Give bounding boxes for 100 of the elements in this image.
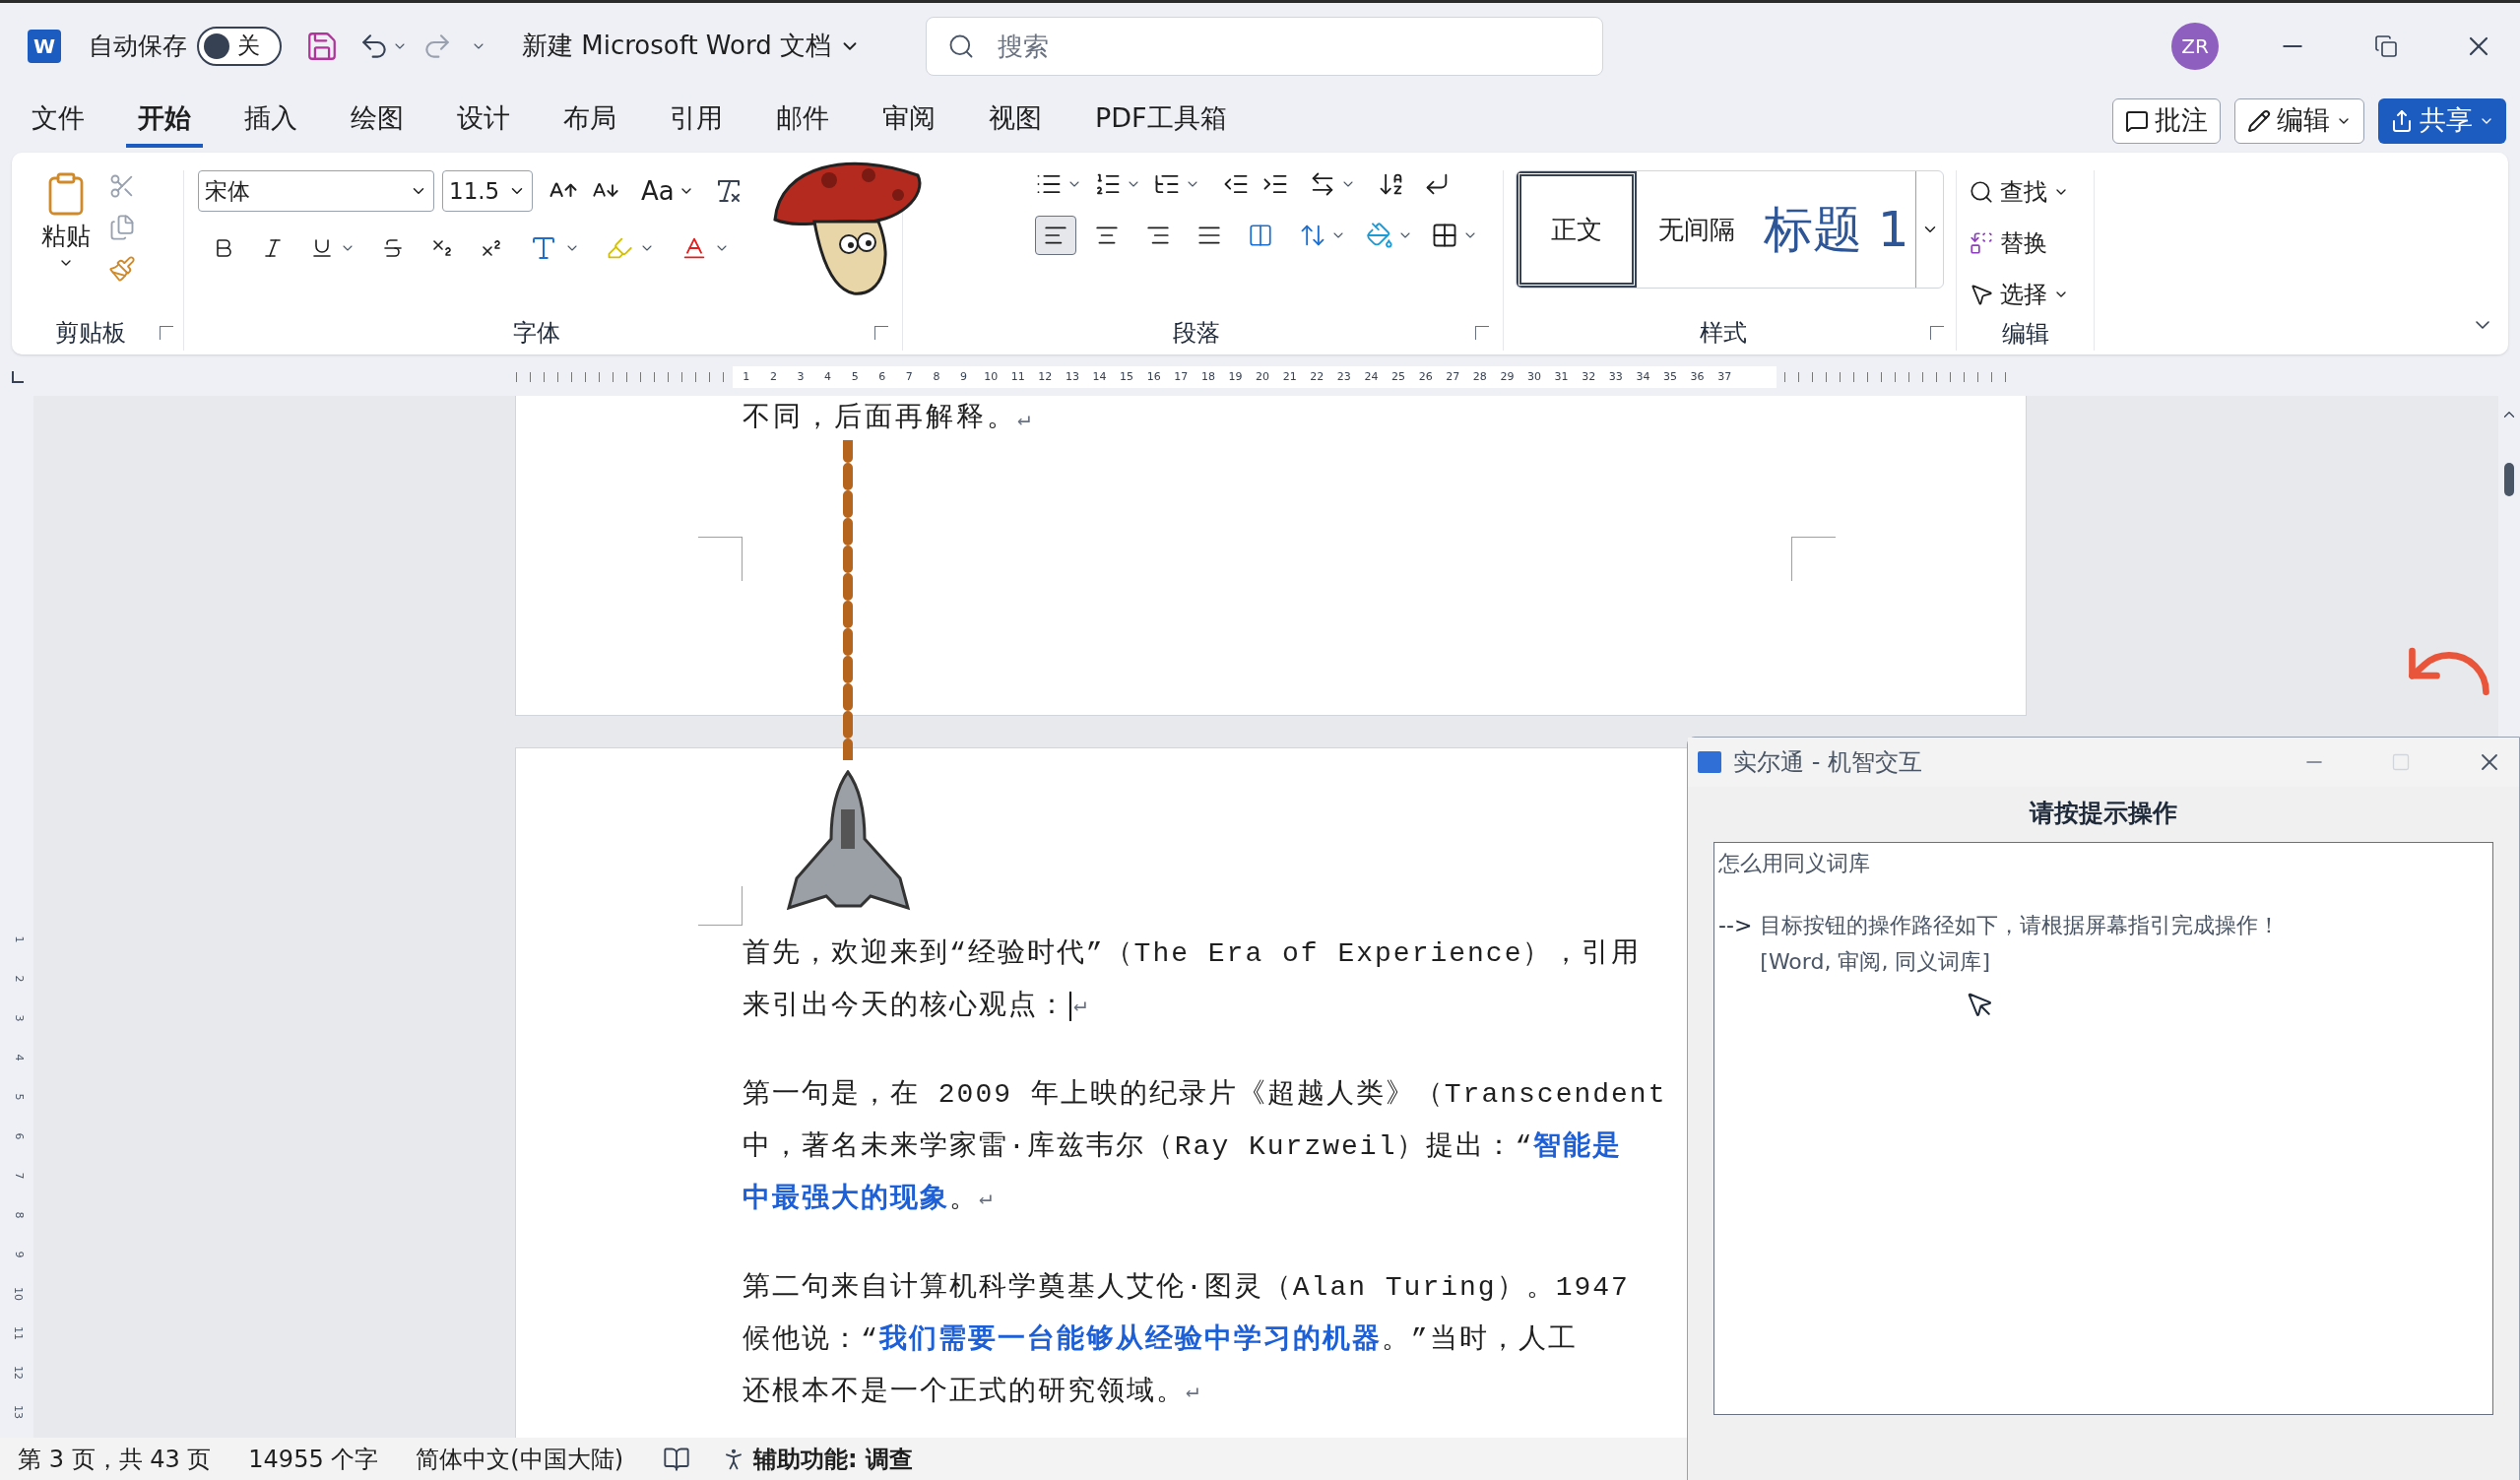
shading-icon[interactable] bbox=[1366, 222, 1393, 249]
body-text: 不同，后面再解释。↵ bbox=[743, 402, 1035, 435]
font-size-dropdown[interactable]: 11.5 bbox=[442, 170, 533, 212]
align-icon bbox=[1248, 223, 1273, 248]
ruler-number: 6 bbox=[11, 1132, 24, 1140]
ruler-number: 9 bbox=[959, 368, 969, 385]
menu-tab[interactable]: 邮件 bbox=[764, 94, 841, 148]
style-option[interactable]: 标题 1 bbox=[1757, 171, 1916, 288]
ruler-number: 24 bbox=[1363, 368, 1380, 385]
ruler-number: 25 bbox=[1390, 368, 1407, 385]
strikethrough-icon[interactable] bbox=[381, 236, 405, 260]
group-label: 编辑 bbox=[2001, 319, 2049, 350]
ruler-number: 1 bbox=[742, 368, 751, 385]
tab-selector-icon[interactable] bbox=[12, 371, 24, 383]
accessibility-status[interactable]: 辅助功能: 调查 bbox=[753, 1441, 913, 1477]
dialog-heading: 请按提示操作 bbox=[2030, 798, 2177, 829]
change-case-button[interactable]: Aa bbox=[641, 171, 694, 211]
margin-corner-mark bbox=[698, 886, 743, 926]
word-count[interactable]: 14955 个字 bbox=[248, 1441, 379, 1477]
margin-corner-mark bbox=[698, 537, 743, 581]
editing-button[interactable]: 选择 bbox=[1969, 273, 2082, 316]
app-logo-icon: W bbox=[28, 29, 61, 63]
menu-tab[interactable]: 绘图 bbox=[339, 94, 416, 148]
ruler-number: 29 bbox=[1499, 368, 1516, 385]
body-text: 中最强大的现象。↵ bbox=[743, 1182, 995, 1216]
dialog-launcher-icon[interactable] bbox=[1930, 326, 1944, 340]
menu-tab[interactable]: 视图 bbox=[977, 94, 1054, 148]
style-option[interactable]: 无间隔 bbox=[1637, 171, 1758, 288]
body-text: 候他说：“我们需要一台能够从经验中学习的机器。”当时，人工 bbox=[743, 1322, 1578, 1357]
document-title[interactable]: 新建 Microsoft Word 文档 bbox=[522, 27, 861, 65]
borders-icon[interactable] bbox=[1431, 222, 1458, 249]
search-icon bbox=[1969, 179, 1994, 205]
page-info[interactable]: 第 3 页，共 43 页 bbox=[18, 1441, 212, 1477]
editing-button[interactable]: 查找 bbox=[1969, 170, 2082, 214]
ruler-number: 28 bbox=[1471, 368, 1488, 385]
ruler-number: 18 bbox=[1199, 368, 1216, 385]
ruler-number: 5 bbox=[11, 1093, 24, 1101]
ruler-number: 32 bbox=[1581, 368, 1597, 385]
paste-button[interactable]: 粘贴 bbox=[41, 170, 91, 315]
ruler-number: 2 bbox=[11, 975, 24, 983]
scrollbar-thumb[interactable] bbox=[2504, 463, 2514, 496]
copy-icon[interactable] bbox=[108, 214, 136, 241]
ruler-number: 7 bbox=[904, 368, 914, 385]
ruler-number: 34 bbox=[1635, 368, 1651, 385]
format-painter-icon[interactable] bbox=[108, 255, 136, 283]
ruler-number: 19 bbox=[1227, 368, 1244, 385]
ruler-number: 27 bbox=[1445, 368, 1461, 385]
menu-tab[interactable]: 文件 bbox=[20, 94, 97, 148]
ruler-number: 10 bbox=[983, 368, 1000, 385]
header-button[interactable]: 编辑 bbox=[2234, 97, 2364, 144]
arrow-text: --> bbox=[1718, 911, 1753, 939]
editing-button[interactable]: 替换 bbox=[1969, 222, 2082, 265]
align-button[interactable] bbox=[1035, 216, 1076, 255]
menu-tab[interactable]: 设计 bbox=[445, 94, 522, 148]
menu-tab[interactable]: 引用 bbox=[658, 94, 735, 148]
ruler-number: 4 bbox=[823, 368, 833, 385]
dialog-launcher-icon[interactable] bbox=[160, 326, 173, 340]
ruler-number: 11 bbox=[1009, 368, 1026, 385]
group-label: 字体 bbox=[512, 318, 560, 349]
ruler-number: 6 bbox=[877, 368, 887, 385]
ruler-number: 16 bbox=[1145, 368, 1162, 385]
font-name-dropdown[interactable]: 宋体 bbox=[198, 170, 434, 212]
dialog-title: 实尔通 - 机智交互 bbox=[1733, 747, 1922, 778]
pencil-icon bbox=[2247, 108, 2271, 133]
ruler-number: 4 bbox=[11, 1054, 24, 1062]
group-label: 剪贴板 bbox=[55, 318, 126, 349]
style-option[interactable]: 正文 bbox=[1517, 171, 1638, 288]
language-indicator[interactable]: 简体中文(中国大陆) bbox=[416, 1441, 624, 1477]
ruler-number: 3 bbox=[796, 368, 806, 385]
restore-icon[interactable] bbox=[2374, 33, 2398, 58]
answer-text: 目标按钮的操作路径如下，请根据屏幕指引完成操作！ bbox=[1760, 911, 2281, 939]
ruler-number: 31 bbox=[1553, 368, 1570, 385]
body-text: 来引出今天的核心观点： ↵ bbox=[743, 989, 1089, 1023]
ruler-number: 2 bbox=[768, 368, 778, 385]
ruler-number: 21 bbox=[1281, 368, 1298, 385]
ruler-number: 15 bbox=[1119, 368, 1135, 385]
ruler-number: 5 bbox=[850, 368, 860, 385]
header-button[interactable]: 共享 bbox=[2378, 97, 2506, 144]
underline-icon[interactable] bbox=[310, 236, 334, 260]
menu-tab[interactable]: 插入 bbox=[232, 94, 309, 148]
group-label: 段落 bbox=[1172, 318, 1220, 349]
body-text: 第二句来自计算机科学奠基人艾伦·图灵（Alan Turing）。1947 bbox=[743, 1270, 1630, 1305]
menu-tab[interactable]: PDF工具箱 bbox=[1083, 94, 1239, 148]
search-field[interactable]: 搜索 bbox=[925, 16, 1603, 76]
response-text-area[interactable]: 怎么用同义词库 --> 目标按钮的操作路径如下，请根据屏幕指引完成操作！ [Word, 审阅, 同义词库] bbox=[1713, 841, 2493, 1415]
ruler-number: 1 bbox=[11, 935, 24, 943]
ruler-number: 36 bbox=[1689, 368, 1706, 385]
autosave-toggle[interactable]: 关 bbox=[197, 26, 282, 66]
dialog-launcher-icon[interactable] bbox=[874, 326, 888, 340]
body-text: 还根本不是一个正式的研究领域。↵ bbox=[743, 1375, 1201, 1409]
ruler-number: 30 bbox=[1526, 368, 1542, 385]
user-avatar[interactable]: ZR bbox=[2171, 22, 2219, 70]
menu-tab[interactable]: 布局 bbox=[551, 94, 628, 148]
menu-tab[interactable]: 开始 bbox=[126, 94, 203, 148]
header-button[interactable]: 批注 bbox=[2112, 97, 2221, 144]
menu-tab[interactable]: 审阅 bbox=[871, 94, 947, 148]
dialog-launcher-icon[interactable] bbox=[1475, 326, 1489, 340]
ruler-number: 20 bbox=[1255, 368, 1271, 385]
ruler-number: 9 bbox=[11, 1251, 24, 1258]
ruler-number: 12 bbox=[1037, 368, 1054, 385]
